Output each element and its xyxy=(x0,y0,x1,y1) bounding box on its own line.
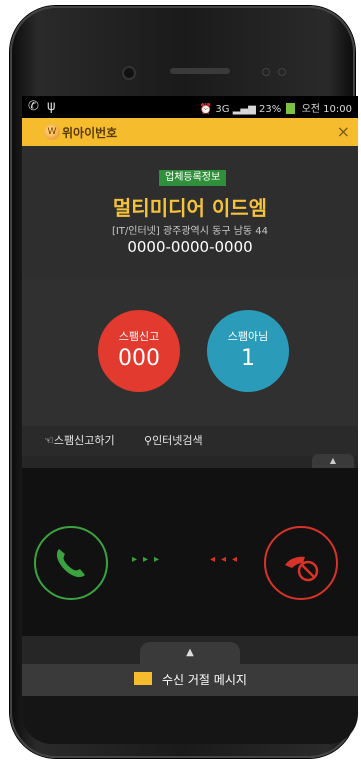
spam-report-count: 000 xyxy=(118,346,160,371)
envelope-icon xyxy=(134,672,152,685)
phone-bottom-bezel xyxy=(22,696,358,744)
accept-call-button[interactable] xyxy=(34,526,108,600)
app-logo-icon: W xyxy=(44,124,60,140)
not-spam-count-button[interactable]: 스팸아님 1 xyxy=(207,310,289,392)
close-icon[interactable]: × xyxy=(337,122,350,141)
app-title: 위아이번호 xyxy=(62,126,118,140)
action-links: ☜스팸신고하기 ⚲인터넷검색 xyxy=(22,426,358,456)
decline-swipe-arrows: ◂◂◂ xyxy=(210,554,244,565)
report-spam-label: 스팸신고하기 xyxy=(53,434,115,447)
registered-business-badge: 업체등록정보 xyxy=(159,170,227,186)
phone-icon xyxy=(56,549,85,578)
spam-report-label: 스팸신고 xyxy=(118,330,160,343)
decline-call-button[interactable] xyxy=(264,526,338,600)
accept-swipe-arrows: ▸▸▸ xyxy=(132,554,166,565)
caller-phone-number: 0000-0000-0000 xyxy=(127,238,253,256)
hang-up-icon xyxy=(285,556,319,582)
company-address: [IT/인터넷] 광주광역시 동구 남동 44 xyxy=(111,226,269,237)
company-name: 멀티미디어 이드엠 xyxy=(112,196,268,220)
earpiece-speaker xyxy=(170,68,230,74)
call-and-usb-icons: ✆ ψ xyxy=(28,99,58,114)
app-bar: W 위아이번호 × xyxy=(22,118,358,146)
status-bar: ✆ ψ ⏰ 3G ▂▄▆ 23% 오전 10:00 xyxy=(22,96,358,118)
phone-screen: ✆ ψ ⏰ 3G ▂▄▆ 23% 오전 10:00 W 위아이번호 × 업체등록… xyxy=(22,96,358,696)
front-camera xyxy=(122,66,136,80)
search-icon: ⚲ xyxy=(144,434,153,447)
not-spam-label: 스팸아님 xyxy=(227,330,269,343)
expand-tab[interactable]: ▲ xyxy=(312,454,354,468)
not-spam-count: 1 xyxy=(241,346,255,371)
caller-info-panel: 업체등록정보 멀티미디어 이드엠 [IT/인터넷] 광주광역시 동구 남동 44… xyxy=(22,146,358,276)
light-sensor xyxy=(278,68,286,76)
network-type: 3G xyxy=(215,104,230,115)
hand-icon: ☜ xyxy=(44,434,54,447)
internet-search-link[interactable]: ⚲인터넷검색 xyxy=(144,432,203,448)
battery-percent: 23% xyxy=(258,104,282,115)
reject-message-bar[interactable]: 수신 거절 메시지 xyxy=(22,664,358,696)
internet-search-label: 인터넷검색 xyxy=(152,434,203,447)
alarm-icon: ⏰ xyxy=(199,104,213,115)
reject-message-label: 수신 거절 메시지 xyxy=(162,673,247,687)
report-spam-link[interactable]: ☜스팸신고하기 xyxy=(44,432,115,448)
spam-report-count-button[interactable]: 스팸신고 000 xyxy=(98,310,180,392)
status-right: ⏰ 3G ▂▄▆ 23% 오전 10:00 xyxy=(200,100,352,115)
spam-stats: 스팸신고 000 스팸아님 1 xyxy=(22,276,358,426)
call-answer-area: ▸▸▸ ◂◂◂ xyxy=(22,468,358,636)
proximity-sensor xyxy=(262,68,270,76)
battery-icon xyxy=(286,103,296,114)
clock: 오전 10:00 xyxy=(301,104,352,115)
signal-icon: ▂▄▆ xyxy=(232,104,256,115)
message-drawer-handle[interactable]: ▲ xyxy=(140,642,240,664)
